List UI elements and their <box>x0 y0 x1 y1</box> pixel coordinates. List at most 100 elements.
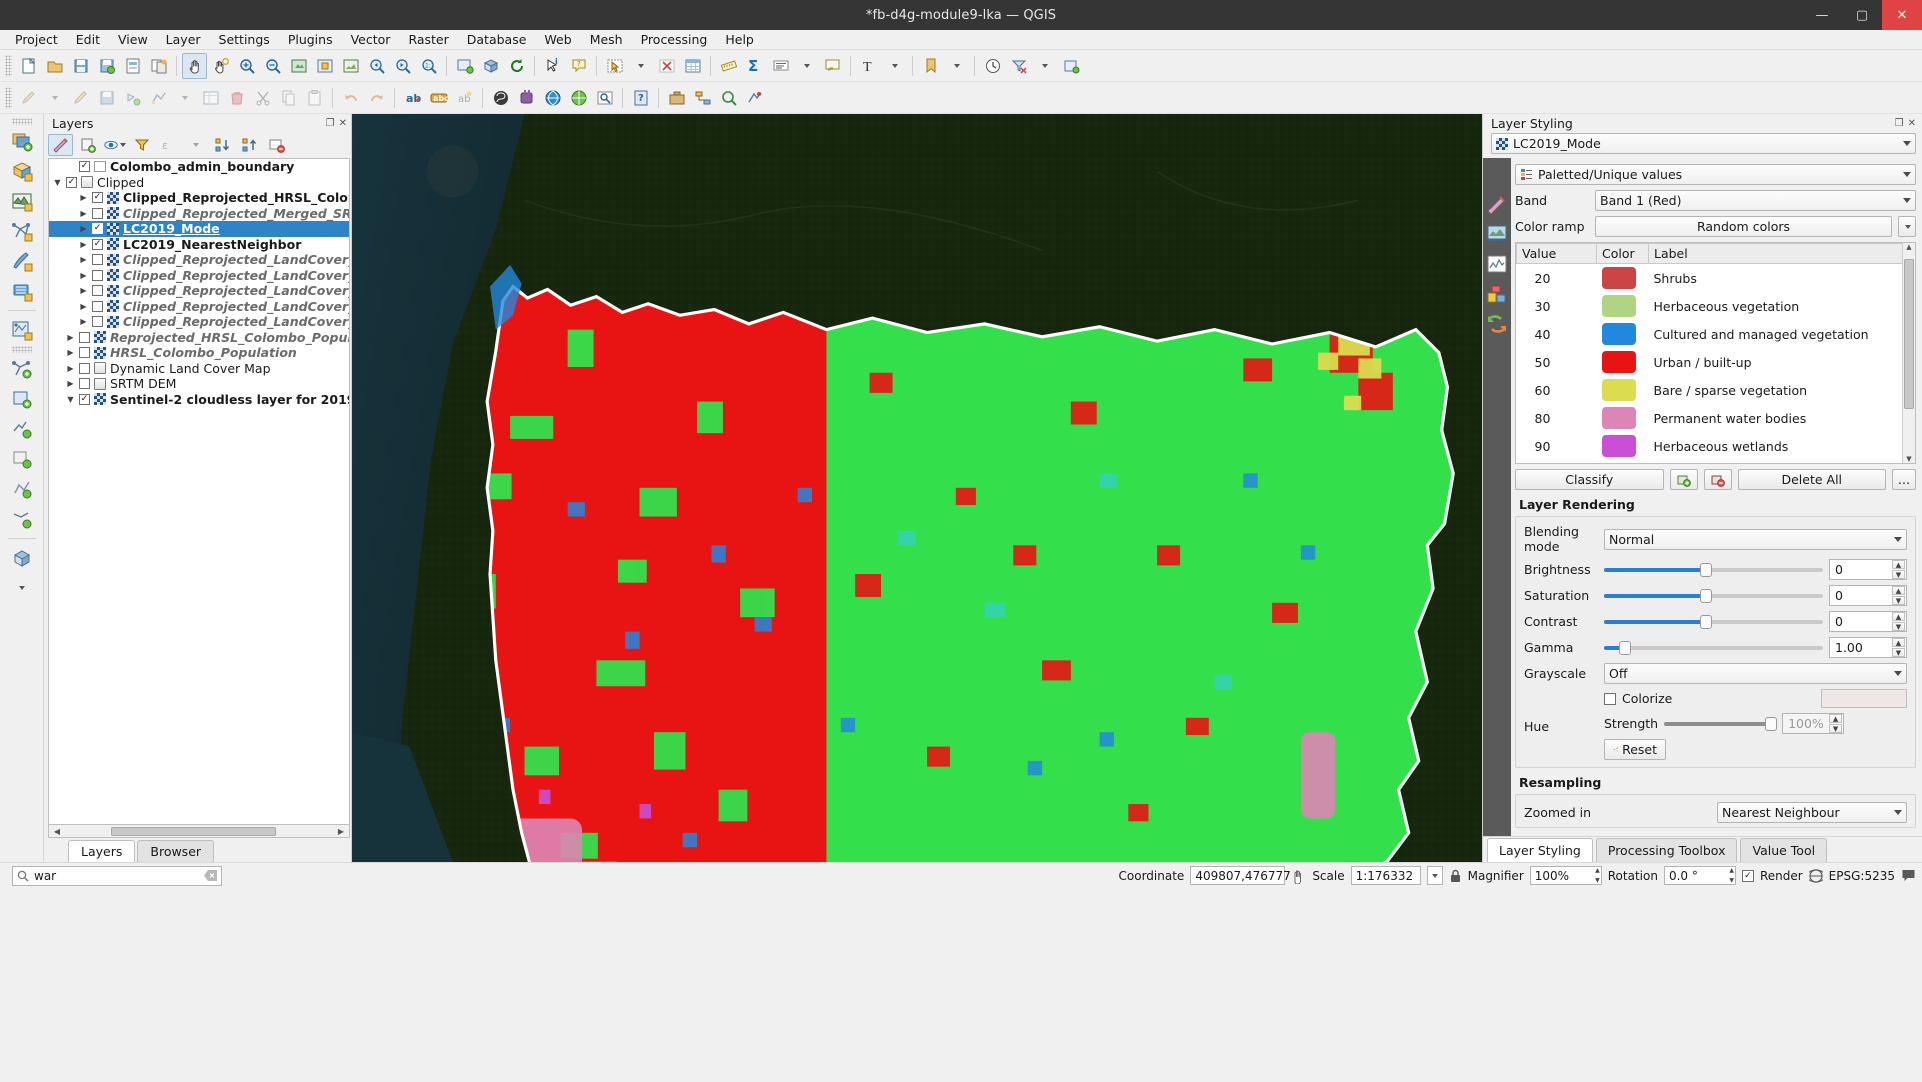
pan-map-icon[interactable] <box>182 52 207 79</box>
filter-legend-icon[interactable] <box>129 134 154 156</box>
zoom-full-icon[interactable] <box>286 53 311 79</box>
metasearch-icon[interactable] <box>592 85 617 111</box>
style-tab-processing-toolbox[interactable]: Processing Toolbox <box>1595 838 1738 862</box>
pan-to-selection-icon[interactable] <box>208 53 233 79</box>
help-contents-icon[interactable]: ? <box>628 85 653 111</box>
scroll-left-arrow[interactable]: ◀ <box>51 827 63 836</box>
select-dropdown-caret[interactable] <box>628 53 653 79</box>
layer-visibility-checkbox[interactable]: ✓ <box>92 192 103 204</box>
add-feature-icon[interactable] <box>120 85 145 111</box>
blending-mode-combo[interactable]: Normal <box>1604 528 1907 550</box>
add-postgis-layer-icon[interactable] <box>7 277 37 305</box>
layer-tree-item[interactable]: ▼ ✓ Sentinel-2 cloudless layer for 2019 by… <box>49 392 349 408</box>
manage-layer-visibility-icon[interactable] <box>102 134 127 156</box>
select-features-icon[interactable] <box>602 53 627 79</box>
layer-visibility-checkbox[interactable] <box>92 254 103 266</box>
panel-tab-layers[interactable]: Layers <box>68 840 136 862</box>
reset-button[interactable]: Reset <box>1604 739 1666 760</box>
new-mesh-layer-icon[interactable] <box>7 475 37 503</box>
layer-tree-item[interactable]: ▶ ✓ LC2019_Mode <box>49 221 349 237</box>
filter-caret[interactable] <box>183 134 208 156</box>
menu-project[interactable]: Project <box>6 30 67 49</box>
text-tool-icon[interactable]: T <box>856 53 881 79</box>
collapse-arrow-icon[interactable]: ▼ <box>53 178 62 187</box>
layer-tree-item[interactable]: ▶ SRTM DEM <box>49 376 349 392</box>
color-ramp-menu-button[interactable] <box>1898 216 1916 237</box>
color-swatch[interactable] <box>1601 351 1636 373</box>
layer-tree-item[interactable]: ▶ Dynamic Land Cover Map <box>49 361 349 377</box>
strength-spinbox[interactable]: 100% ▲ ▼ <box>1782 713 1845 734</box>
layer-visibility-checkbox[interactable] <box>79 331 90 343</box>
bookmarks-caret[interactable] <box>944 53 969 79</box>
transparency-tab-icon[interactable] <box>1486 224 1508 244</box>
map-canvas[interactable] <box>352 114 1482 862</box>
band-combo[interactable]: Band 1 (Red) <box>1595 190 1916 211</box>
layer-tree-item[interactable]: ✓ Colombo_admin_boundary <box>49 159 349 175</box>
expand-arrow-icon[interactable]: ▶ <box>79 317 88 326</box>
magnifier-up-arrow[interactable]: ▲ <box>1595 867 1600 874</box>
identify-features-icon[interactable]: i <box>540 53 565 79</box>
new-project-icon[interactable] <box>16 53 41 79</box>
layer-tree-item[interactable]: ▶ Clipped_Reprojected_LandCover_2019 <box>49 252 349 268</box>
strength-slider[interactable] <box>1664 716 1777 732</box>
label-toggle-icon[interactable]: ab <box>400 85 425 111</box>
layer-tree-item[interactable]: ▶ ✓ Clipped_Reprojected_HRSL_Colombo_Po <box>49 190 349 206</box>
cell-color[interactable] <box>1597 432 1649 460</box>
close-panel-icon[interactable]: ✕ <box>339 118 347 129</box>
expand-all-icon[interactable] <box>210 134 235 156</box>
menu-web[interactable]: Web <box>535 30 580 49</box>
rot-up-arrow[interactable]: ▲ <box>1729 867 1734 874</box>
expression-filter-icon[interactable]: ε <box>156 134 181 156</box>
add-delimited-text-layer-icon[interactable] <box>7 247 37 275</box>
cell-color[interactable] <box>1597 376 1649 404</box>
copy-features-icon[interactable] <box>276 85 301 111</box>
zoom-in-icon[interactable] <box>234 53 259 79</box>
scroll-right-arrow[interactable]: ▶ <box>335 827 347 836</box>
contrast-spinbox[interactable]: 0 ▲ ▼ <box>1829 611 1907 632</box>
table-row[interactable]: 90 Herbaceous wetlands <box>1517 432 1915 460</box>
layer-selector-combo[interactable]: LC2019_Mode <box>1491 133 1916 154</box>
save-layer-edits-icon[interactable] <box>94 85 119 111</box>
scale-field[interactable]: 1:176332 <box>1350 866 1421 885</box>
maximize-button[interactable]: ▢ <box>1842 0 1882 30</box>
new-spatialite-layer-icon[interactable] <box>7 415 37 443</box>
expand-arrow-icon[interactable]: ▶ <box>79 193 88 202</box>
layer-visibility-checkbox[interactable]: ✓ <box>92 223 103 235</box>
color-swatch[interactable] <box>1601 323 1636 345</box>
layer-tree-item[interactable]: ▶ Clipped_Reprojected_Merged_SRTM <box>49 206 349 222</box>
histogram-tab-icon[interactable] <box>1486 254 1508 274</box>
annotation-caret[interactable] <box>794 53 819 79</box>
rail-grip[interactable] <box>11 346 32 353</box>
saturation-slider[interactable] <box>1604 588 1823 604</box>
pin-labels-icon[interactable]: ab <box>452 85 477 111</box>
layer-tree-item[interactable]: ▶ ✓ LC2019_NearestNeighbor <box>49 237 349 253</box>
close-button[interactable]: ✕ <box>1882 0 1922 30</box>
classify-button[interactable]: Classify <box>1515 469 1664 490</box>
expand-arrow-icon[interactable]: ▶ <box>79 209 88 218</box>
zoom-last-icon[interactable] <box>364 53 389 79</box>
menu-mesh[interactable]: Mesh <box>581 30 632 49</box>
brightness-slider[interactable] <box>1604 562 1823 578</box>
table-row[interactable]: 40 Cultured and managed vegetation <box>1517 320 1915 348</box>
text-annotation-icon[interactable] <box>768 53 793 79</box>
expand-arrow-icon[interactable]: ▶ <box>66 333 75 342</box>
layout-manager-icon[interactable] <box>146 53 171 79</box>
colorize-checkbox[interactable] <box>1604 692 1616 705</box>
expand-arrow-icon[interactable]: ▶ <box>66 364 75 373</box>
cell-color[interactable] <box>1597 348 1649 376</box>
layer-visibility-checkbox[interactable]: ✓ <box>66 176 77 188</box>
layer-tree-item[interactable]: ▶ Clipped_Reprojected_LandCover_2018 <box>49 268 349 284</box>
scroll-down-arrow[interactable]: ▼ <box>1903 455 1915 463</box>
add-layer-caret[interactable] <box>7 574 37 602</box>
expand-arrow-icon[interactable]: ▶ <box>79 271 88 280</box>
pyramids-tab-icon[interactable] <box>1486 314 1508 334</box>
collapse-all-icon[interactable] <box>237 134 262 156</box>
show-map-tips-icon[interactable]: ? <box>566 53 591 79</box>
open-layer-styling-panel-icon[interactable] <box>48 134 73 156</box>
minimize-button[interactable]: — <box>1802 0 1842 30</box>
expand-arrow-icon[interactable]: ▶ <box>79 286 88 295</box>
layer-visibility-checkbox[interactable] <box>79 362 90 374</box>
expand-arrow-icon[interactable]: ▶ <box>66 379 75 388</box>
menu-vector[interactable]: Vector <box>342 30 400 49</box>
menu-edit[interactable]: Edit <box>67 30 109 49</box>
